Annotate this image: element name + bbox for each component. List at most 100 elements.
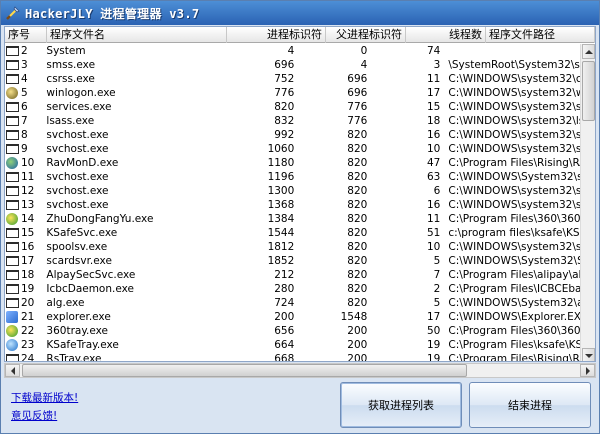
process-row[interactable]: 6 services.exe 820 776 15 C:\WINDOWS\system32…	[5, 100, 580, 114]
window-icon	[6, 228, 19, 238]
process-row[interactable]: 17 scardsvr.exe 1852 820 5 C:\WINDOWS\System3…	[5, 254, 580, 268]
seq-number: 11	[21, 171, 35, 183]
app-icon	[5, 5, 21, 21]
horizontal-scroll-thumb[interactable]	[22, 364, 467, 377]
scroll-down-button[interactable]	[582, 348, 595, 361]
ppid-cell: 820	[347, 283, 368, 295]
ppid-cell: 820	[347, 241, 368, 253]
window-icon	[6, 186, 19, 196]
vertical-scroll-thumb[interactable]	[582, 61, 595, 121]
process-row[interactable]: 4 csrss.exe 752 696 11 C:\WINDOWS\system32\cs…	[5, 72, 580, 86]
column-header-pid[interactable]: 进程标识符	[227, 27, 326, 43]
threads-cell: 63	[426, 171, 441, 183]
pid-cell: 1060	[267, 143, 295, 155]
process-name-cell: csrss.exe	[46, 73, 95, 85]
explorer-icon	[6, 311, 18, 323]
window-icon	[6, 354, 19, 361]
process-row[interactable]: 22 360tray.exe 656 200 50 C:\Program Files\36…	[5, 324, 580, 338]
process-row[interactable]: 14 ZhuDongFangYu.exe 1384 820 11 C:\Program F…	[5, 212, 580, 226]
ppid-cell: 0	[360, 45, 368, 57]
process-row[interactable]: 21 explorer.exe 200 1548 17 C:\WINDOWS\Explor…	[5, 310, 580, 324]
seq-number: 19	[21, 283, 35, 295]
vertical-scrollbar[interactable]	[580, 44, 595, 361]
process-row[interactable]: 16 spoolsv.exe 1812 820 10 C:\WINDOWS\system3…	[5, 240, 580, 254]
seq-number: 2	[21, 45, 28, 57]
process-row[interactable]: 13 svchost.exe 1368 820 16 C:\WINDOWS\system3…	[5, 198, 580, 212]
arrow-down-icon	[584, 353, 593, 358]
scroll-right-button[interactable]	[580, 364, 595, 377]
seq-cell: 20	[5, 296, 43, 310]
process-name-cell: explorer.exe	[46, 311, 111, 323]
pid-cell: 1196	[267, 171, 295, 183]
seq-cell: 23	[5, 338, 43, 352]
ppid-cell: 4	[360, 59, 368, 71]
path-cell: \SystemRoot\System32\smss.exe	[448, 59, 580, 71]
process-row[interactable]: 3 smss.exe 696 4 3 \SystemRoot\System32\smss.…	[5, 58, 580, 72]
process-row[interactable]: 23 KSafeTray.exe 664 200 19 C:\Program Files\…	[5, 338, 580, 352]
pid-cell: 820	[274, 101, 295, 113]
ppid-cell: 776	[347, 101, 368, 113]
process-row[interactable]: 5 winlogon.exe 776 696 17 C:\WINDOWS\system32…	[5, 86, 580, 100]
ppid-cell: 820	[347, 227, 368, 239]
360-icon	[6, 213, 18, 225]
arrow-right-icon	[585, 366, 590, 375]
process-name-cell: IcbcDaemon.exe	[46, 283, 134, 295]
360-icon	[6, 325, 18, 337]
feedback-link[interactable]: 意见反馈!	[11, 408, 57, 423]
threads-cell: 10	[426, 143, 441, 155]
process-name-cell: svchost.exe	[46, 171, 109, 183]
seq-number: 22	[21, 325, 35, 337]
threads-cell: 10	[426, 241, 441, 253]
column-header-name[interactable]: 程序文件名	[47, 27, 227, 43]
pid-cell: 1300	[267, 185, 295, 197]
column-header-path[interactable]: 程序文件路径	[486, 27, 595, 43]
process-row[interactable]: 2 System 4 0 74	[5, 44, 580, 58]
seq-cell: 14	[5, 212, 43, 226]
horizontal-scrollbar[interactable]	[4, 363, 596, 378]
process-row[interactable]: 15 KSafeSvc.exe 1544 820 51 c:\program files\…	[5, 226, 580, 240]
seq-cell: 4	[5, 72, 43, 86]
path-cell: C:\WINDOWS\Explorer.EXE	[448, 311, 580, 323]
seq-cell: 19	[5, 282, 43, 296]
process-row[interactable]: 20 alg.exe 724 820 5 C:\WINDOWS\System32\alg.…	[5, 296, 580, 310]
process-name-cell: scardsvr.exe	[46, 255, 112, 267]
threads-cell: 16	[426, 199, 441, 211]
process-name-cell: winlogon.exe	[46, 87, 116, 99]
end-process-button[interactable]: 结束进程	[469, 382, 591, 428]
column-header-seq[interactable]: 序号	[5, 27, 47, 43]
process-row[interactable]: 11 svchost.exe 1196 820 63 C:\WINDOWS\System3…	[5, 170, 580, 184]
ppid-cell: 820	[347, 269, 368, 281]
get-process-list-button[interactable]: 获取进程列表	[340, 382, 462, 428]
window-icon	[6, 256, 19, 266]
process-row[interactable]: 8 svchost.exe 992 820 16 C:\WINDOWS\system32\…	[5, 128, 580, 142]
process-name-cell: KSafeTray.exe	[46, 339, 119, 351]
path-cell: C:\WINDOWS\system32\svchost.exe	[448, 185, 580, 197]
threads-cell: 5	[433, 297, 441, 309]
seq-number: 8	[21, 129, 28, 141]
column-header-ppid[interactable]: 父进程标识符	[326, 27, 406, 43]
threads-cell: 15	[426, 101, 441, 113]
process-row[interactable]: 24 RsTray.exe 668 200 19 C:\Program Files\Ris…	[5, 352, 580, 361]
column-header-threads[interactable]: 线程数	[406, 27, 486, 43]
seq-number: 14	[21, 213, 35, 225]
seq-cell: 9	[5, 142, 43, 156]
process-row[interactable]: 18 AlpaySecSvc.exe 212 820 7 C:\Program Files…	[5, 268, 580, 282]
process-row[interactable]: 19 IcbcDaemon.exe 280 820 2 C:\Program Files\…	[5, 282, 580, 296]
scroll-up-button[interactable]	[582, 44, 595, 59]
process-row[interactable]: 12 svchost.exe 1300 820 6 C:\WINDOWS\system32…	[5, 184, 580, 198]
download-latest-link[interactable]: 下载最新版本!	[11, 390, 78, 405]
process-name-cell: smss.exe	[46, 59, 96, 71]
process-row[interactable]: 9 svchost.exe 1060 820 10 C:\WINDOWS\system32…	[5, 142, 580, 156]
ppid-cell: 820	[347, 255, 368, 267]
path-cell	[443, 44, 580, 58]
path-cell: C:\WINDOWS\System32\SCardSvr.exe	[448, 255, 580, 267]
process-row[interactable]: 7 lsass.exe 832 776 18 C:\WINDOWS\system32\ls…	[5, 114, 580, 128]
title-bar[interactable]: HackerJLY 进程管理器 v3.7	[1, 1, 599, 25]
scroll-left-button[interactable]	[5, 364, 20, 377]
process-name-cell: svchost.exe	[46, 143, 109, 155]
threads-cell: 3	[433, 59, 441, 71]
process-row[interactable]: 10 RavMonD.exe 1180 820 47 C:\Program Files\R…	[5, 156, 580, 170]
process-list[interactable]: 序号 程序文件名 进程标识符 父进程标识符 线程数 程序文件路径 2 System…	[4, 26, 596, 362]
threads-cell: 2	[433, 283, 441, 295]
pid-cell: 1368	[267, 199, 295, 211]
